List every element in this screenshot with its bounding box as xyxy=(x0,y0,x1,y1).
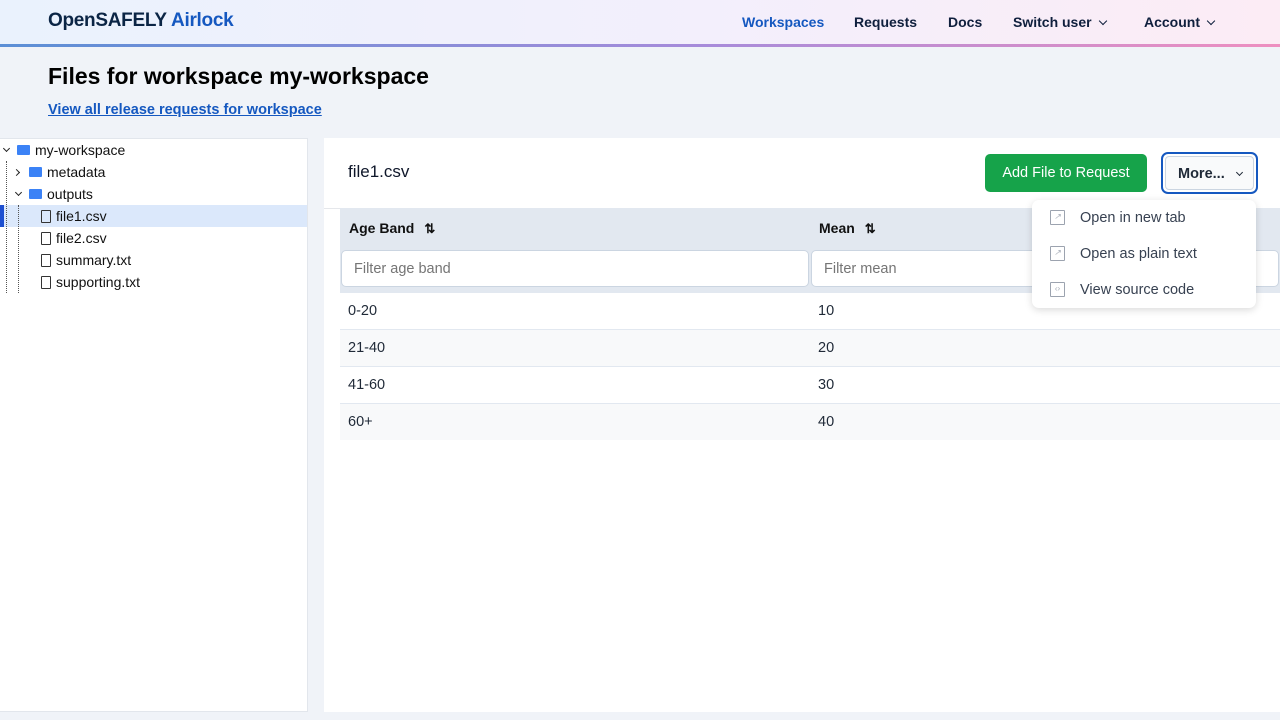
tree-item-file2[interactable]: file2.csv xyxy=(41,227,107,249)
table-row: 21-40 20 xyxy=(340,329,1280,366)
more-dropdown-menu: ↗ Open in new tab ↗ Open as plain text ‹› V… xyxy=(1032,200,1256,308)
sort-icon: ⇅ xyxy=(864,221,876,236)
file-icon xyxy=(41,253,51,267)
code-icon: ‹› xyxy=(1050,282,1065,297)
tree-item-outputs[interactable]: outputs xyxy=(14,183,93,205)
tree-guide xyxy=(18,205,19,293)
chevron-right-icon xyxy=(12,168,21,176)
file-icon xyxy=(41,275,51,289)
file-tree: my-workspace metadata outputs file1.csv … xyxy=(0,138,308,712)
chevron-down-icon xyxy=(14,188,23,197)
nav-account[interactable]: Account xyxy=(1144,14,1216,30)
external-link-icon: ↗ xyxy=(1050,210,1065,225)
column-header-age-band[interactable]: Age Band ⇅ xyxy=(340,208,810,248)
folder-open-icon xyxy=(17,145,30,155)
logo[interactable]: OpenSAFELY Airlock xyxy=(48,10,234,32)
top-nav: OpenSAFELY Airlock Workspaces Requests D… xyxy=(0,0,1280,44)
chevron-down-icon xyxy=(1098,16,1107,26)
tree-item-metadata[interactable]: metadata xyxy=(12,161,105,183)
header-accent-bar xyxy=(0,44,1280,47)
chevron-down-icon xyxy=(1206,16,1216,26)
folder-icon xyxy=(29,167,42,177)
nav-requests[interactable]: Requests xyxy=(854,14,917,30)
file-name: file1.csv xyxy=(348,162,410,181)
nav-switch-user[interactable]: Switch user xyxy=(1013,14,1107,30)
table-row: 60+ 40 xyxy=(340,403,1280,440)
table-row: 41-60 30 xyxy=(340,366,1280,403)
tree-item-my-workspace[interactable]: my-workspace xyxy=(2,139,125,161)
nav-docs[interactable]: Docs xyxy=(948,14,982,30)
nav-workspaces[interactable]: Workspaces xyxy=(742,14,824,30)
file-icon xyxy=(41,209,51,223)
external-link-icon: ↗ xyxy=(1050,246,1065,261)
chevron-down-icon xyxy=(1235,168,1243,177)
page-title: Files for workspace my-workspace xyxy=(48,63,429,89)
tree-guide xyxy=(6,161,7,293)
filter-age-band-input[interactable] xyxy=(341,250,809,287)
tree-item-supporting[interactable]: supporting.txt xyxy=(41,271,140,293)
release-requests-link[interactable]: View all release requests for workspace xyxy=(48,102,322,118)
menu-item-open-new-tab[interactable]: ↗ Open in new tab xyxy=(1032,200,1256,236)
tree-item-file1[interactable]: file1.csv xyxy=(41,205,107,227)
more-button[interactable]: More... xyxy=(1161,152,1258,194)
folder-open-icon xyxy=(29,189,42,199)
add-file-to-request-button[interactable]: Add File to Request xyxy=(985,154,1147,192)
menu-item-open-plain-text[interactable]: ↗ Open as plain text xyxy=(1032,236,1256,272)
file-icon xyxy=(41,231,51,245)
sort-icon: ⇅ xyxy=(424,221,436,236)
tree-item-summary[interactable]: summary.txt xyxy=(41,249,131,271)
menu-item-view-source[interactable]: ‹› View source code xyxy=(1032,272,1256,308)
chevron-down-icon xyxy=(2,144,11,153)
